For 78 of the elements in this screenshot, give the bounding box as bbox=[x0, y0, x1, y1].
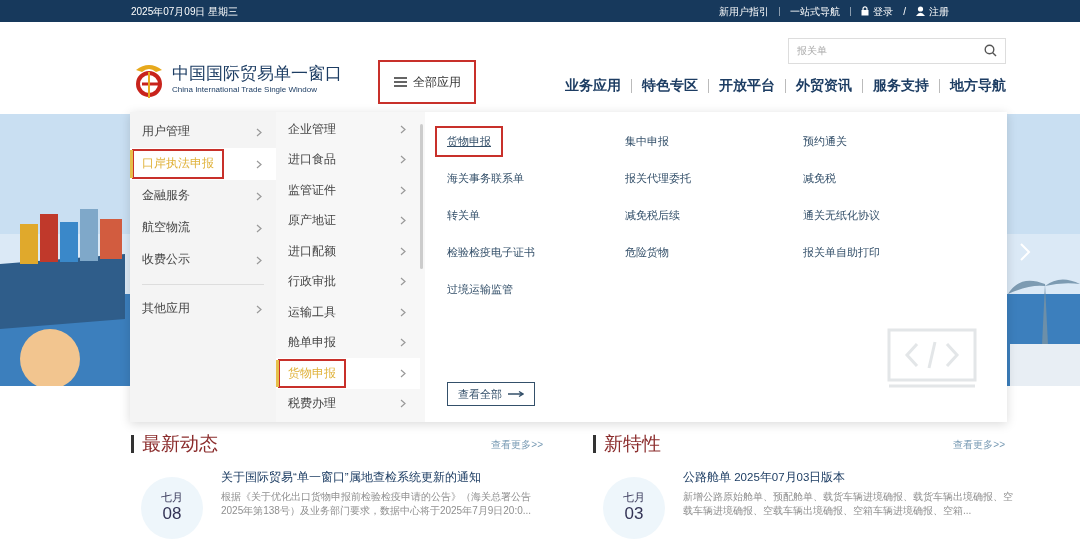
subcategory-item[interactable]: 企业管理 bbox=[276, 114, 420, 145]
section-title: 最新动态 bbox=[142, 432, 218, 456]
news-summary: 根据《关于优化出口货物申报前检验检疫申请的公告》（海关总署公告2025年第138号）及业务部门要求，数据中心将于2025年7月9日20:0... bbox=[221, 489, 533, 518]
nav-link[interactable]: 服务支持 bbox=[873, 76, 929, 97]
chevron-right-icon bbox=[400, 124, 406, 134]
code-icon bbox=[887, 328, 977, 390]
subcategory-item[interactable]: 税费办理 bbox=[276, 388, 420, 419]
app-link[interactable]: 转关单 bbox=[447, 207, 480, 224]
separator-text: / bbox=[903, 4, 906, 19]
chevron-right-icon bbox=[256, 191, 262, 201]
top-link[interactable]: 新用户指引 bbox=[719, 3, 770, 19]
subcategory-item[interactable]: 监管证件 bbox=[276, 175, 420, 206]
register-link[interactable]: 注册 bbox=[929, 3, 949, 19]
app-link[interactable]: 过境运输监管 bbox=[447, 281, 513, 298]
app-link[interactable]: 预约通关 bbox=[803, 133, 847, 150]
nav-link[interactable]: 特色专区 bbox=[642, 76, 698, 97]
chevron-right-icon bbox=[256, 127, 262, 137]
app-link[interactable]: 通关无纸化协议 bbox=[803, 207, 880, 224]
day-text: 03 bbox=[624, 504, 644, 524]
date-text: 2025年07月09日 星期三 bbox=[131, 4, 239, 19]
lock-icon bbox=[861, 6, 870, 16]
chevron-right-icon bbox=[400, 246, 406, 256]
logo-title: 中国国际贸易单一窗口 bbox=[172, 64, 342, 84]
chevron-right-icon bbox=[256, 255, 262, 265]
category-item[interactable]: 金融服务 bbox=[130, 180, 276, 212]
chevron-right-icon bbox=[400, 338, 406, 348]
carousel-next-icon[interactable] bbox=[1019, 242, 1031, 262]
subcategory-item[interactable]: 舱单申报 bbox=[276, 327, 420, 358]
search-field[interactable]: 报关单 bbox=[788, 37, 1006, 64]
app-link[interactable]: 货物申报 bbox=[435, 126, 503, 157]
chevron-right-icon bbox=[400, 399, 406, 409]
month-text: 七月 bbox=[623, 491, 645, 504]
top-link[interactable]: 一站式导航 bbox=[790, 3, 841, 19]
arrow-right-icon bbox=[508, 391, 524, 397]
search-icon[interactable] bbox=[984, 44, 997, 57]
app-link[interactable]: 海关事务联系单 bbox=[447, 170, 524, 187]
app-link[interactable]: 减免税 bbox=[803, 170, 836, 187]
chevron-right-icon bbox=[256, 304, 262, 314]
all-apps-button[interactable]: 全部应用 bbox=[378, 60, 476, 104]
nav-link[interactable]: 业务应用 bbox=[565, 76, 621, 97]
app-link[interactable]: 危险货物 bbox=[625, 244, 669, 261]
category-item[interactable]: 收费公示 bbox=[130, 244, 276, 276]
app-link[interactable]: 集中申报 bbox=[625, 133, 669, 150]
user-icon bbox=[916, 6, 925, 16]
chevron-right-icon bbox=[400, 216, 406, 226]
chevron-right-icon bbox=[400, 277, 406, 287]
month-text: 七月 bbox=[161, 491, 183, 504]
subcategory-item[interactable]: 原产地证 bbox=[276, 205, 420, 236]
category-item[interactable]: 用户管理 bbox=[130, 116, 276, 148]
logo-subtitle: China International Trade Single Window bbox=[172, 84, 318, 96]
view-all-button[interactable]: 查看全部 bbox=[447, 382, 535, 406]
app-link[interactable]: 报关代理委托 bbox=[625, 170, 691, 187]
app-link[interactable]: 检验检疫电子证书 bbox=[447, 244, 535, 261]
menu-icon bbox=[393, 77, 407, 87]
news-summary: 新增公路原始舱单、预配舱单、载货车辆进境确报、载货车辆出境确报、空载车辆进境确报、空载车辆出境确报、空箱车辆进境确报、空箱... bbox=[683, 489, 1013, 518]
subcategory-item[interactable]: 进口食品 bbox=[276, 144, 420, 175]
app-link[interactable]: 减免税后续 bbox=[625, 207, 680, 224]
login-link[interactable]: 登录 bbox=[873, 3, 894, 19]
news-title[interactable]: 关于国际贸易“单一窗口”属地查检系统更新的通知 bbox=[221, 468, 551, 486]
subcategory-item[interactable]: 运输工具 bbox=[276, 297, 420, 328]
chevron-right-icon bbox=[400, 185, 406, 195]
section-title: 新特性 bbox=[604, 432, 661, 456]
chevron-right-icon bbox=[256, 223, 262, 233]
news-title[interactable]: 公路舱单 2025年07月03日版本 bbox=[683, 468, 1013, 486]
chevron-right-icon bbox=[400, 155, 406, 165]
day-text: 08 bbox=[162, 504, 182, 524]
category-item[interactable]: 航空物流 bbox=[130, 212, 276, 244]
nav-link[interactable]: 地方导航 bbox=[950, 76, 1006, 97]
nav-link[interactable]: 开放平台 bbox=[719, 76, 775, 97]
scrollbar[interactable] bbox=[420, 124, 423, 269]
subcategory-item[interactable]: 行政审批 bbox=[276, 266, 420, 297]
chevron-right-icon bbox=[256, 159, 262, 169]
chevron-right-icon bbox=[400, 307, 406, 317]
category-item[interactable]: 其他应用 bbox=[130, 293, 276, 325]
nav-link[interactable]: 外贸资讯 bbox=[796, 76, 852, 97]
subcategory-item[interactable]: 进口配额 bbox=[276, 236, 420, 267]
chevron-right-icon bbox=[400, 368, 406, 378]
app-link[interactable]: 报关单自助打印 bbox=[803, 244, 880, 261]
